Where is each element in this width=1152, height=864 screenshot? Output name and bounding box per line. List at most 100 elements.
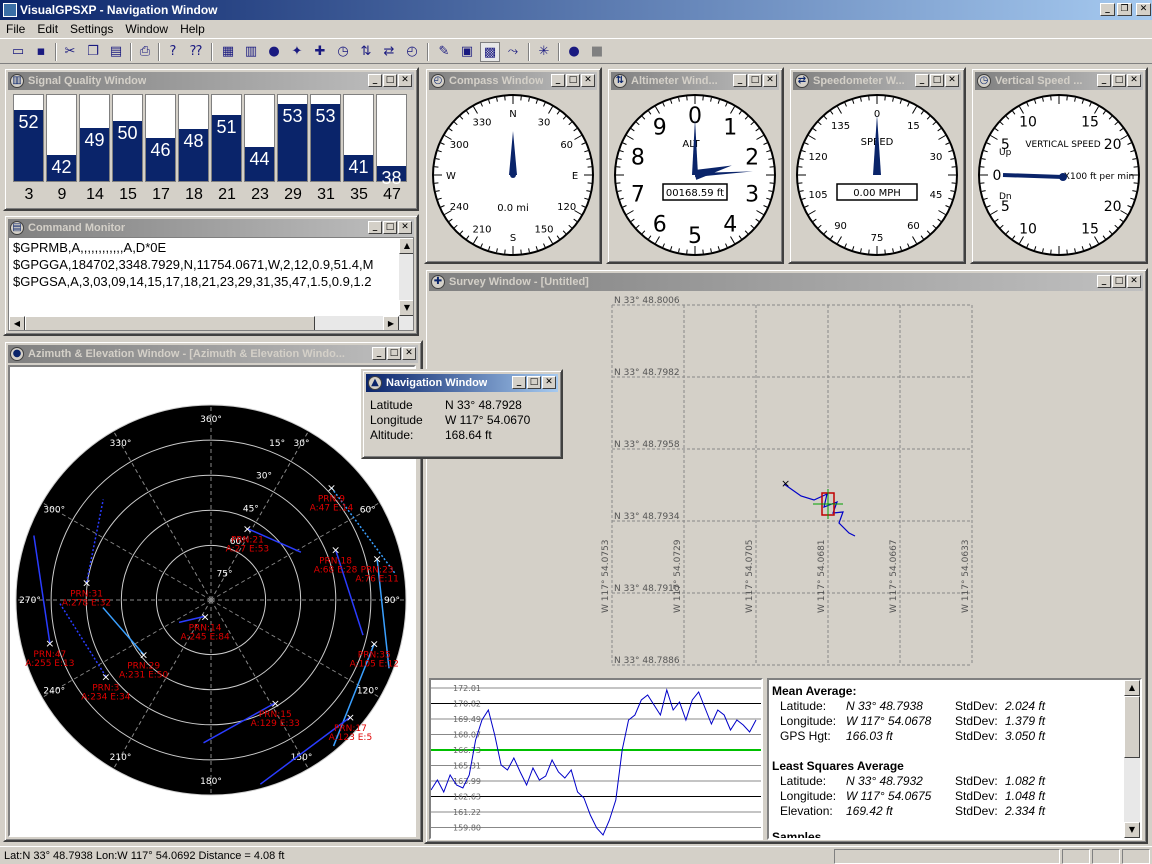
signal-bar-fill: 46 (146, 138, 175, 181)
signal-bar-fill: 53 (311, 103, 340, 181)
clock-icon: ◷ (977, 74, 991, 88)
copy-icon[interactable]: ❐ (83, 42, 103, 62)
maximize-button[interactable]: □ (566, 74, 580, 87)
menu-window[interactable]: Window (119, 20, 174, 38)
compass-tick-label: 210 (472, 225, 491, 236)
minimize-button[interactable]: _ (1097, 275, 1111, 288)
globe-icon[interactable]: ● (264, 42, 284, 62)
stddev-value: 1.048 ft (1005, 789, 1046, 803)
minimize-button[interactable]: _ (1097, 74, 1111, 87)
compass-icon[interactable]: ◴ (402, 42, 422, 62)
speedometer-window: ⇄ Speedometer W... _ □ ✕ 0 15 30 45 60 75 90 105 1… (788, 67, 966, 264)
altitude-icon: ⇅ (613, 74, 627, 88)
signal-snr-value: 44 (249, 148, 270, 169)
nmea-text-area[interactable]: $GPRMB,A,,,,,,,,,,,,A,D*0E $GPGGA,184702… (8, 237, 414, 331)
minimize-button[interactable]: _ (915, 74, 929, 87)
navigation-icon[interactable]: ▩ (480, 42, 500, 62)
horizontal-scrollbar[interactable]: ◀ ▶ (9, 316, 399, 330)
app-icon (3, 3, 17, 17)
scroll-up-arrow[interactable]: ▲ (399, 238, 413, 254)
maximize-button[interactable]: ❐ (1117, 3, 1132, 16)
minimize-button[interactable]: _ (512, 376, 526, 389)
open-icon[interactable]: ▭ (8, 42, 28, 62)
pen-icon[interactable]: ✎ (434, 42, 454, 62)
bar-chart-icon[interactable]: ▥ (241, 42, 261, 62)
close-button[interactable]: ✕ (1127, 275, 1141, 288)
vertical-speed-title-bar[interactable]: ◷ Vertical Speed ... _ □ ✕ (975, 72, 1143, 90)
maximize-button[interactable]: □ (527, 376, 541, 389)
vertical-speed-tick: 15 (1081, 114, 1099, 130)
scroll-right-arrow[interactable]: ▶ (383, 316, 399, 330)
altitude-history-chart: 172.01 170.82 169.49 168.07 166.73 165.31 163.… (429, 678, 763, 840)
speed-icon[interactable]: ⇄ (379, 42, 399, 62)
minimize-button[interactable]: _ (1100, 3, 1115, 16)
compass-tick-label: W (446, 171, 456, 182)
gps-icon[interactable]: ✦ (287, 42, 307, 62)
minimize-button[interactable]: _ (733, 74, 747, 87)
close-button[interactable]: ✕ (1127, 74, 1141, 87)
satellite-marker: × (331, 544, 340, 557)
navigation-title-bar[interactable]: ▲ Navigation Window _ □ ✕ (366, 374, 558, 392)
survey-title-bar[interactable]: ✚ Survey Window - [Untitled] _ □ ✕ (429, 273, 1143, 291)
grid-icon[interactable]: ✚ (310, 42, 330, 62)
compass-tick-label: 60 (560, 140, 573, 151)
close-button[interactable]: ✕ (398, 221, 412, 234)
altitude-icon[interactable]: ⇅ (356, 42, 376, 62)
azimuth-label: 270° (19, 596, 41, 606)
maximize-button[interactable]: □ (383, 221, 397, 234)
monitor-icon[interactable]: ▣ (457, 42, 477, 62)
maximize-button[interactable]: □ (1112, 74, 1126, 87)
maximize-button[interactable]: □ (383, 74, 397, 87)
scroll-down-arrow[interactable]: ▼ (1124, 822, 1140, 838)
context-help-icon[interactable]: ⁇ (186, 42, 206, 62)
help-icon[interactable]: ? (163, 42, 183, 62)
cut-icon[interactable]: ✂ (60, 42, 80, 62)
print-icon[interactable]: ⎙ (135, 42, 155, 62)
satellite-icon[interactable]: ✳ (534, 42, 554, 62)
speed-tick-label: 45 (930, 190, 943, 201)
clock-icon[interactable]: ◷ (333, 42, 353, 62)
stat-label: Longitude: (780, 789, 837, 803)
close-button[interactable]: ✕ (763, 74, 777, 87)
signal-snr-value: 50 (117, 122, 138, 143)
minimize-button[interactable]: _ (368, 221, 382, 234)
close-button[interactable]: ✕ (581, 74, 595, 87)
scroll-thumb[interactable] (1124, 696, 1140, 758)
save-icon[interactable]: ▪ (31, 42, 51, 62)
maximize-button[interactable]: □ (1112, 275, 1126, 288)
scroll-down-arrow[interactable]: ▼ (399, 300, 413, 316)
maximize-button[interactable]: □ (387, 347, 401, 360)
menu-help[interactable]: Help (174, 20, 211, 38)
compass-title-bar[interactable]: ◴ Compass Window _ □ ✕ (429, 72, 597, 90)
minimize-button[interactable]: _ (551, 74, 565, 87)
close-button[interactable]: ✕ (402, 347, 416, 360)
vertical-scrollbar[interactable]: ▲ ▼ (399, 238, 413, 330)
azimuth-title-bar[interactable]: ● Azimuth & Elevation Window - [Azimuth … (8, 345, 418, 363)
signal-quality-window: ▥ Signal Quality Window _ □ ✕ 52 3 42 9 49 14 50… (3, 67, 419, 211)
menu-settings[interactable]: Settings (64, 20, 119, 38)
maximize-button[interactable]: □ (930, 74, 944, 87)
scroll-thumb[interactable] (25, 316, 315, 330)
stats-scrollbar[interactable]: ▲ ▼ (1124, 680, 1140, 838)
stop-icon[interactable]: ■ (587, 42, 607, 62)
menu-edit[interactable]: Edit (31, 20, 64, 38)
paste-icon[interactable]: ▤ (106, 42, 126, 62)
minimize-button[interactable]: _ (372, 347, 386, 360)
route-icon[interactable]: ⤳ (503, 42, 523, 62)
minimize-button[interactable]: _ (368, 74, 382, 87)
signal-icon[interactable]: ▦ (218, 42, 238, 62)
command-monitor-title-bar[interactable]: ▤ Command Monitor _ □ ✕ (8, 219, 414, 237)
close-button[interactable]: ✕ (1136, 3, 1151, 16)
maximize-button[interactable]: □ (748, 74, 762, 87)
record-icon[interactable]: ● (564, 42, 584, 62)
close-button[interactable]: ✕ (945, 74, 959, 87)
scroll-up-arrow[interactable]: ▲ (1124, 680, 1140, 696)
close-button[interactable]: ✕ (542, 376, 556, 389)
altimeter-title-bar[interactable]: ⇅ Altimeter Wind... _ □ ✕ (611, 72, 779, 90)
signal-quality-title-bar[interactable]: ▥ Signal Quality Window _ □ ✕ (8, 72, 414, 90)
speedometer-title-bar[interactable]: ⇄ Speedometer W... _ □ ✕ (793, 72, 961, 90)
size-grip[interactable] (1122, 849, 1150, 864)
scroll-left-arrow[interactable]: ◀ (9, 316, 25, 330)
close-button[interactable]: ✕ (398, 74, 412, 87)
menu-file[interactable]: File (0, 20, 31, 38)
